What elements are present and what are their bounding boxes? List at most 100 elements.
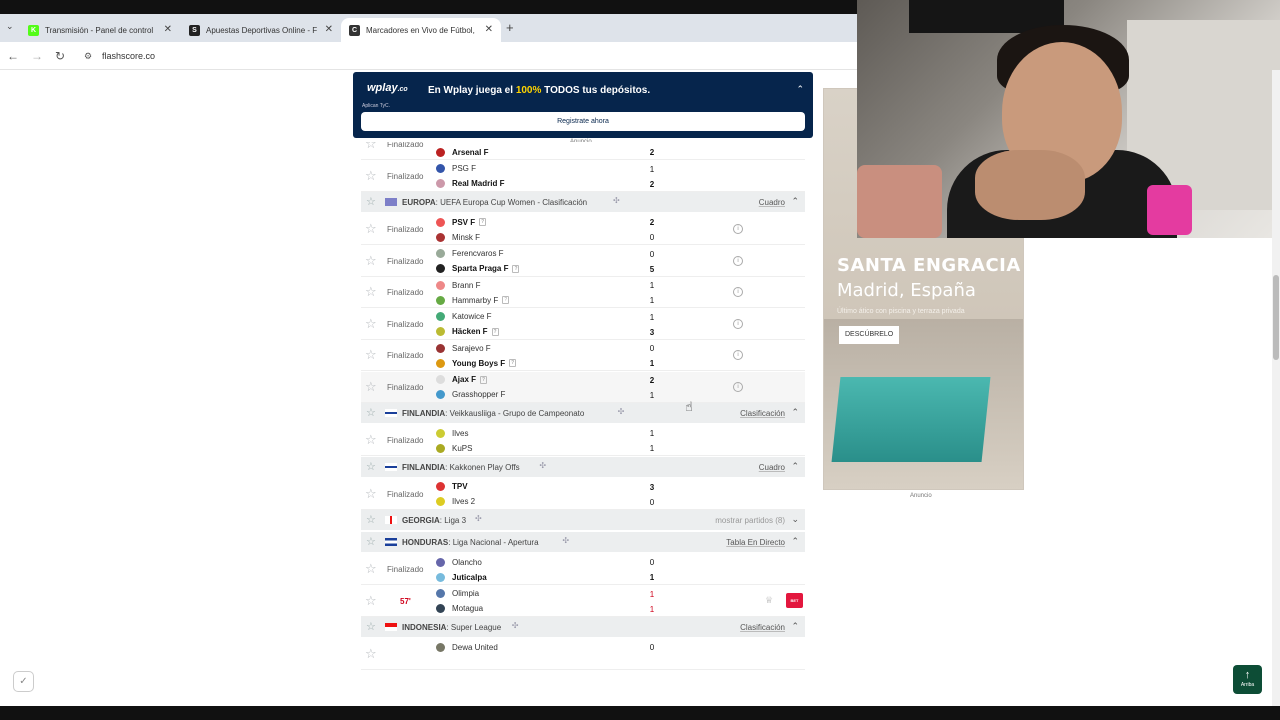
league-name[interactable]: EUROPA: UEFA Europa Cup Women - Clasific…: [402, 198, 587, 207]
info-icon[interactable]: i: [733, 318, 743, 329]
bet-badge[interactable]: BET: [786, 592, 803, 608]
browser-tab[interactable]: K Transmisión - Panel de control ✕: [20, 18, 180, 42]
star-icon[interactable]: ☆: [365, 221, 377, 237]
star-icon[interactable]: ☆: [365, 168, 377, 184]
flag-icon: [385, 516, 397, 524]
close-icon[interactable]: ✕: [164, 24, 172, 35]
match-row[interactable]: ☆ Finalizado Ferencvaros F Sparta Praga F? 0…: [361, 245, 805, 277]
trophy-icon[interactable]: ♕: [765, 595, 773, 606]
pin-icon[interactable]: ✣: [613, 196, 620, 205]
match-row[interactable]: ☆ Finalizado Katowice F Häcken F? 1 3 i: [361, 308, 805, 340]
pin-icon[interactable]: ✣: [562, 536, 569, 545]
reload-icon[interactable]: ↻: [55, 49, 65, 63]
league-link[interactable]: Clasificación: [740, 409, 785, 418]
home-team: Olancho: [436, 555, 482, 569]
league-header[interactable]: ☆ FINLANDIA: Veikkausliiga - Grupo de Cam…: [361, 403, 805, 423]
info-icon[interactable]: i: [733, 224, 743, 234]
back-to-top-button[interactable]: ↑ Arriba: [1233, 665, 1262, 694]
league-header[interactable]: ☆ INDONESIA: Super League ✣ Clasificación ⌃: [361, 617, 805, 637]
star-icon[interactable]: ☆: [365, 486, 377, 502]
match-row[interactable]: ☆ Finalizado Brann F Hammarby F? 1 1 i: [361, 277, 805, 308]
league-link[interactable]: Cuadro: [759, 198, 785, 207]
tab-menu-icon[interactable]: ⌄: [6, 21, 14, 32]
star-icon[interactable]: ☆: [365, 432, 377, 448]
star-icon[interactable]: ☆: [366, 460, 376, 473]
league-name[interactable]: GEORGIA: Liga 3: [402, 516, 466, 525]
new-tab-button[interactable]: +: [506, 20, 514, 35]
match-row[interactable]: ☆ Dewa United 0: [361, 639, 805, 670]
pin-icon[interactable]: ✣: [475, 514, 482, 523]
register-button[interactable]: Registrate ahora: [361, 112, 805, 131]
browser-tab[interactable]: C Marcadores en Vivo de Fútbol, ✕: [341, 18, 501, 42]
league-link[interactable]: Cuadro: [759, 463, 785, 472]
star-icon[interactable]: ☆: [365, 646, 377, 662]
league-header[interactable]: ☆ FINLANDIA: Kakkonen Play Offs ✣ Cuadro ⌃: [361, 456, 805, 477]
info-icon[interactable]: i: [733, 350, 743, 360]
away-score: 0: [649, 497, 655, 507]
league-link[interactable]: mostrar partidos (8): [715, 516, 785, 525]
star-icon[interactable]: ☆: [365, 316, 377, 332]
star-icon[interactable]: ☆: [366, 406, 376, 419]
chevron-up-icon[interactable]: ⌃: [791, 536, 799, 547]
league-header[interactable]: ☆ HONDURAS: Liga Nacional - Apertura ✣ Tabl…: [361, 532, 805, 552]
match-row[interactable]: ☆ Finalizado Ajax F? Grasshopper F 2 1 i: [361, 371, 805, 403]
league-name[interactable]: INDONESIA: Super League: [402, 623, 501, 632]
ad-collapse-icon[interactable]: ⌃: [796, 84, 804, 95]
match-row[interactable]: ☆ Finalizado Ilves KuPS 1 1: [361, 425, 805, 456]
forward-arrow-icon[interactable]: →: [31, 49, 43, 63]
star-icon[interactable]: ☆: [366, 535, 376, 548]
away-team: Motagua: [436, 602, 483, 616]
match-row[interactable]: ☆ Finalizado TPV Ilves 2 3 0: [361, 478, 805, 510]
feedback-icon[interactable]: ✓: [13, 671, 34, 692]
league-link[interactable]: Tabla En Directo: [726, 538, 785, 547]
info-icon[interactable]: i: [733, 255, 743, 266]
browser-tab[interactable]: S Apuestas Deportivas Online - F ✕: [181, 18, 341, 42]
star-icon[interactable]: ☆: [365, 347, 377, 363]
discover-button[interactable]: DESCÚBRELO: [839, 326, 900, 344]
site-info-icon[interactable]: ⚙: [84, 51, 92, 62]
league-name[interactable]: HONDURAS: Liga Nacional - Apertura: [402, 538, 539, 547]
match-row[interactable]: ☆FinalizadoBenfica FArsenal F02: [361, 142, 805, 160]
league-header[interactable]: ☆ EUROPA: UEFA Europa Cup Women - Clasifi…: [361, 192, 805, 212]
star-icon[interactable]: ☆: [365, 142, 377, 152]
league-header[interactable]: ☆ GEORGIA: Liga 3 ✣ mostrar partidos (8) ⌄: [361, 510, 805, 530]
star-icon[interactable]: ☆: [365, 379, 377, 395]
match-status: Finalizado: [387, 489, 424, 499]
league-name[interactable]: FINLANDIA: Veikkausliiga - Grupo de Camp…: [402, 409, 584, 418]
chevron-up-icon[interactable]: ⌃: [791, 196, 799, 207]
close-icon[interactable]: ✕: [485, 24, 493, 35]
info-icon[interactable]: i: [733, 381, 743, 392]
wplay-banner-ad[interactable]: wplay.co Aplican TyC. En Wplay juega el …: [353, 72, 813, 138]
star-icon[interactable]: ☆: [366, 195, 376, 208]
close-icon[interactable]: ✕: [325, 24, 333, 35]
away-team: Young Boys F?: [436, 356, 517, 370]
team-logo-icon: [436, 295, 445, 305]
star-icon[interactable]: ☆: [366, 513, 376, 526]
league-link[interactable]: Clasificación: [740, 623, 785, 632]
star-icon[interactable]: ☆: [365, 561, 377, 577]
hand-cursor-icon: ☝: [685, 399, 693, 414]
chevron-up-icon[interactable]: ⌃: [791, 621, 799, 632]
back-arrow-icon[interactable]: ←: [7, 49, 19, 63]
page-scrollbar[interactable]: [1272, 70, 1280, 706]
chevron-up-icon[interactable]: ⌃: [791, 407, 799, 418]
star-icon[interactable]: ☆: [365, 253, 377, 269]
star-icon[interactable]: ☆: [366, 620, 376, 633]
league-name[interactable]: FINLANDIA: Kakkonen Play Offs: [402, 463, 520, 472]
match-row[interactable]: ☆ Finalizado PSV F? Minsk F 2 0 i: [361, 214, 805, 245]
pin-icon[interactable]: ✣: [618, 407, 625, 416]
url-field[interactable]: flashscore.co: [102, 51, 155, 61]
star-icon[interactable]: ☆: [365, 284, 377, 300]
chevron-up-icon[interactable]: ⌃: [791, 461, 799, 472]
scrollbar-thumb[interactable]: [1273, 275, 1279, 360]
pin-icon[interactable]: ✣: [539, 461, 546, 470]
tab-favicon-icon: S: [189, 24, 200, 36]
info-icon[interactable]: i: [733, 287, 743, 297]
chevron-down-icon[interactable]: ⌄: [791, 514, 799, 525]
match-row[interactable]: ☆ 57' Olimpia Motagua 1 1 ♕ BET: [361, 585, 805, 617]
star-icon[interactable]: ☆: [365, 593, 377, 609]
match-row[interactable]: ☆ Finalizado PSG F Real Madrid F 1 2: [361, 160, 805, 192]
match-row[interactable]: ☆ Finalizado Olancho Juticalpa 0 1: [361, 554, 805, 585]
pin-icon[interactable]: ✣: [512, 621, 519, 630]
match-row[interactable]: ☆ Finalizado Sarajevo F Young Boys F? 0 1 i: [361, 340, 805, 371]
